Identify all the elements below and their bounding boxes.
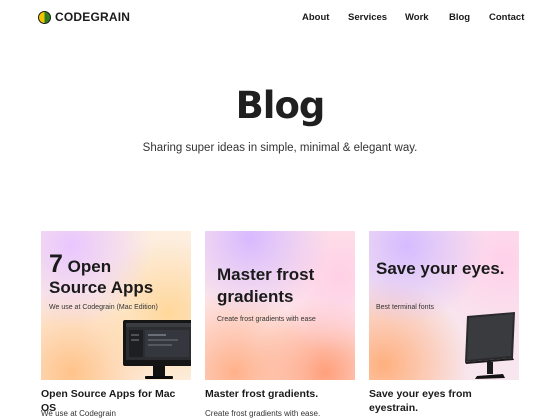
thumbnail-title: Master frost gradients bbox=[217, 265, 315, 307]
thumbnail-title: Save your eyes. bbox=[376, 259, 505, 278]
imac-icon bbox=[123, 320, 191, 379]
logo-text: CODEGRAIN bbox=[55, 10, 131, 24]
page-title: Blog bbox=[235, 84, 326, 127]
nav-contact[interactable]: Contact bbox=[489, 12, 524, 23]
thumbnail-subtitle: Best terminal fonts bbox=[376, 304, 434, 311]
nav-services[interactable]: Services bbox=[348, 12, 387, 23]
blog-card-excerpt: Create frost gradients with ease. bbox=[205, 409, 321, 418]
blog-card-thumbnail-save-your-eyes[interactable]: Save your eyes. Best terminal fonts bbox=[369, 231, 519, 380]
blog-card-excerpt: We use at Codegrain bbox=[41, 409, 117, 418]
thumbnail-title: 7 Open Source Apps bbox=[49, 250, 154, 297]
blog-card-thumbnail-open-source-apps[interactable]: 7 Open Source Apps We use at Codegrain (… bbox=[41, 231, 191, 380]
logo[interactable]: CODEGRAIN bbox=[38, 10, 130, 24]
monitor-icon bbox=[465, 312, 515, 379]
codegrain-logo-icon bbox=[38, 10, 51, 24]
blog-card-title[interactable]: Master frost gradients. bbox=[205, 387, 355, 401]
thumbnail-subtitle: We use at Codegrain (Mac Edition) bbox=[49, 304, 158, 311]
nav-blog[interactable]: Blog bbox=[449, 12, 470, 23]
thumbnail-subtitle: Create frost gradients with ease bbox=[217, 316, 316, 323]
nav-work[interactable]: Work bbox=[405, 12, 429, 23]
site-header: CODEGRAIN About Services Work Blog Conta… bbox=[0, 0, 560, 36]
nav-about[interactable]: About bbox=[302, 12, 329, 23]
page-subtitle: Sharing super ideas in simple, minimal &… bbox=[142, 142, 418, 154]
blog-card-thumbnail-frost-gradients[interactable]: Master frost gradients Create frost grad… bbox=[205, 231, 355, 380]
blog-card-title[interactable]: Save your eyes from eyestrain. bbox=[369, 387, 519, 416]
